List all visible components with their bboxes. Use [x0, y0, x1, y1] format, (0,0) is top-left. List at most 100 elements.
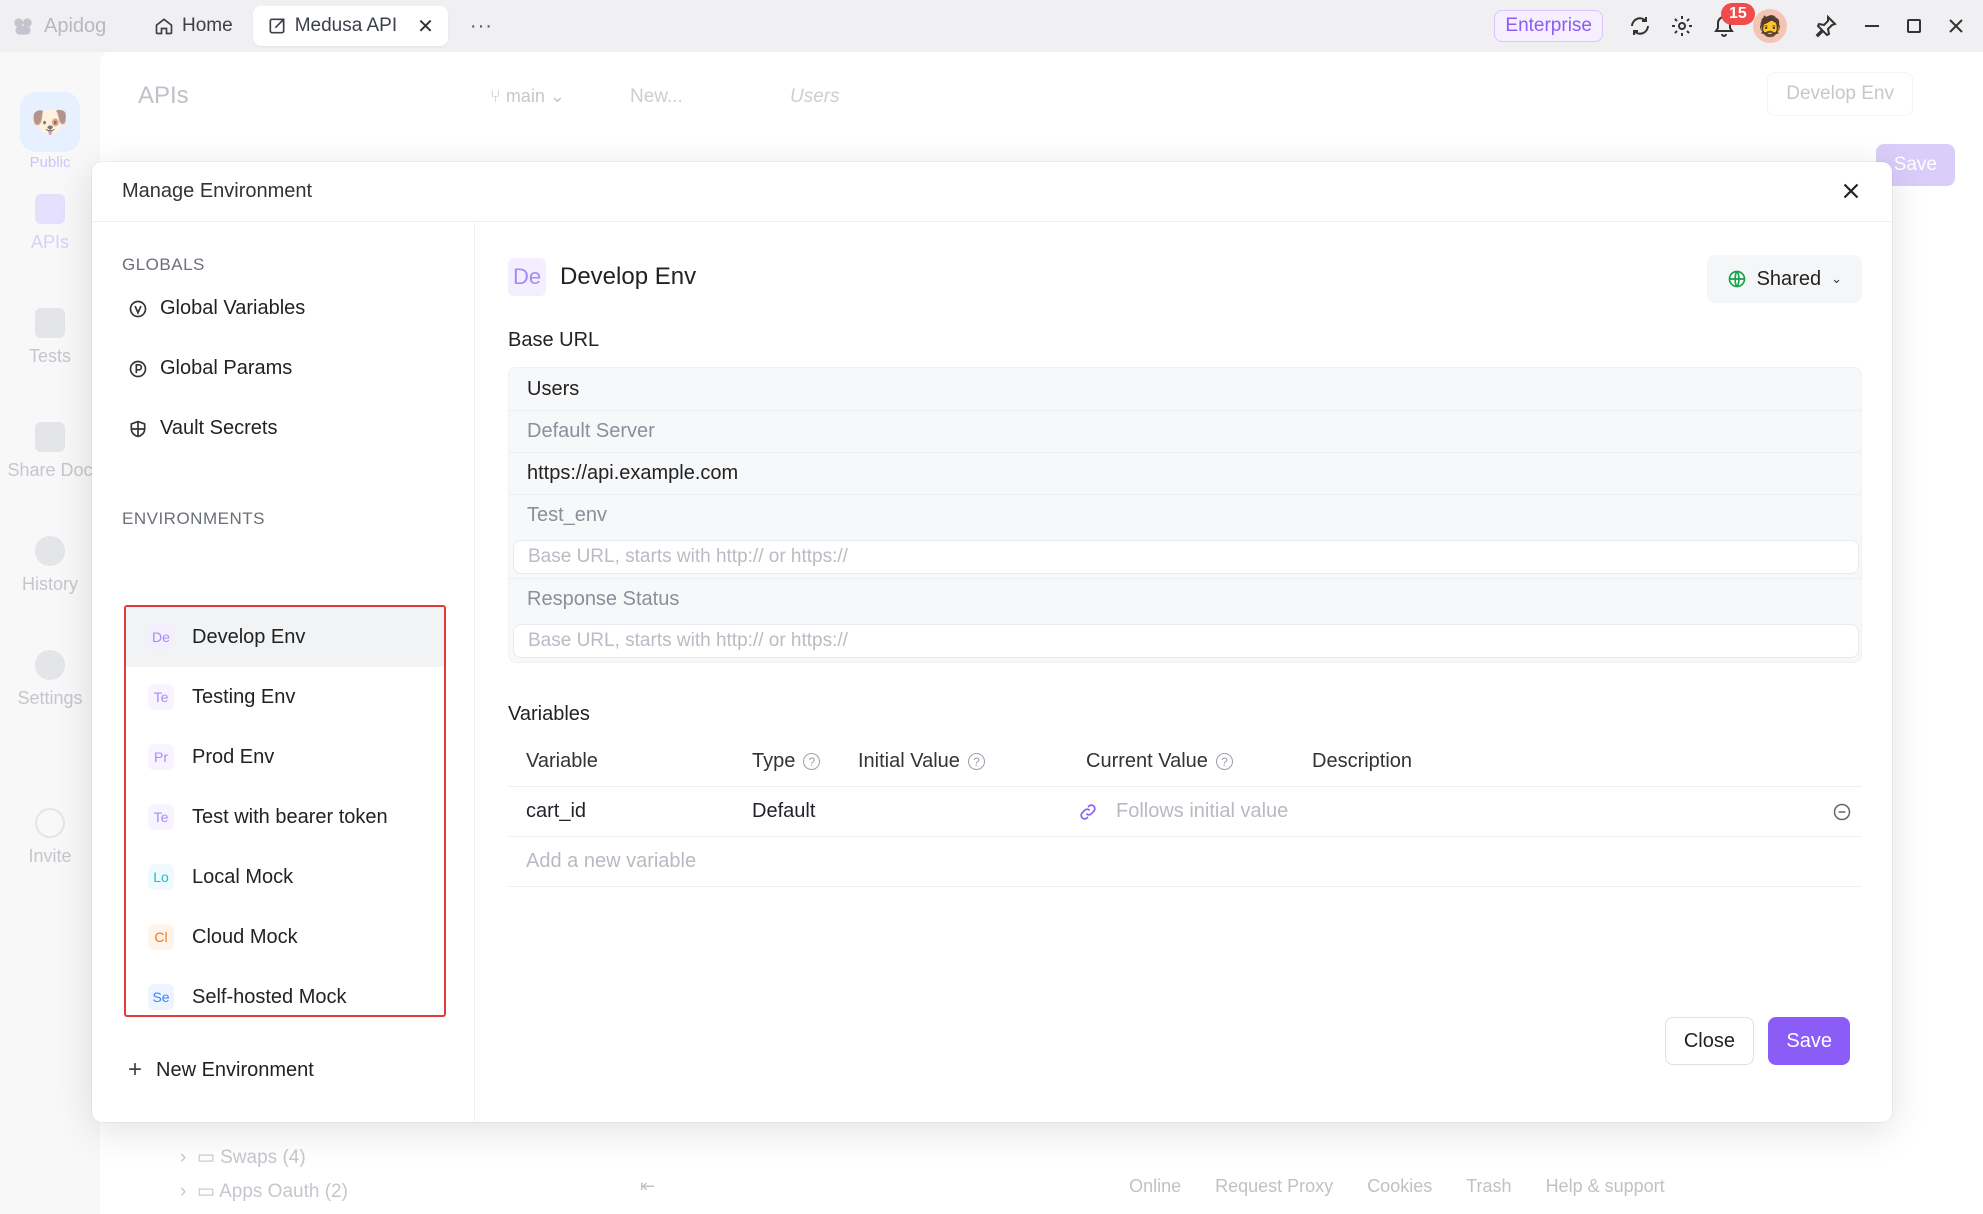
variable-type-cell[interactable]: Default	[752, 800, 815, 823]
chevron-down-icon: ⌄	[1831, 271, 1842, 286]
base-url-input[interactable]: Base URL, starts with http:// or https:/…	[513, 624, 1859, 658]
column-label: Variable	[526, 750, 598, 772]
sidebar-item-label: Global Params	[160, 357, 293, 379]
variable-current-value-cell[interactable]: Follows initial value	[1078, 800, 1288, 823]
minimize-icon[interactable]	[1851, 5, 1893, 47]
plan-badge[interactable]: Enterprise	[1494, 10, 1603, 42]
column-label: Description	[1312, 750, 1413, 772]
apidog-logo-icon	[14, 18, 32, 35]
remove-circle-icon[interactable]	[1832, 802, 1852, 822]
environment-item-testing-env[interactable]: Te Testing Env	[126, 667, 444, 727]
brand: Apidog	[0, 13, 140, 39]
environment-label: Develop Env	[192, 625, 306, 648]
close-tab-icon[interactable]: ✕	[417, 14, 434, 39]
column-header-description: Description	[1312, 750, 1412, 773]
gear-icon[interactable]	[1661, 5, 1703, 47]
base-url-service-name: Test_env	[509, 494, 1861, 536]
environment-list: De Develop Env Te Testing Env Pr Prod En…	[124, 605, 446, 1017]
manage-environment-dialog: Manage Environment GLOBALS Global Variab…	[92, 162, 1892, 1122]
environment-badge: Te	[148, 684, 174, 710]
new-environment-label: New Environment	[156, 1058, 314, 1081]
sync-icon[interactable]	[1619, 5, 1661, 47]
globals-heading: GLOBALS	[122, 255, 205, 274]
environment-badge: De	[508, 258, 546, 296]
environment-label: Prod Env	[192, 745, 275, 768]
base-url-service-name: Response Status	[509, 578, 1861, 620]
help-icon[interactable]: ?	[967, 753, 985, 770]
environment-item-cloud-mock[interactable]: Cl Cloud Mock	[126, 907, 444, 967]
external-link-icon	[269, 18, 285, 34]
tab-medusa-api-label: Medusa API	[294, 15, 398, 36]
environment-badge: Cl	[148, 924, 174, 950]
environment-badge: Lo	[148, 864, 174, 890]
notification-count-badge: 15	[1721, 3, 1755, 25]
pin-icon[interactable]	[1805, 5, 1847, 47]
home-icon	[155, 18, 173, 35]
environment-label: Local Mock	[192, 865, 294, 888]
tab-home-label: Home	[182, 15, 233, 36]
share-scope-label: Shared	[1756, 267, 1822, 290]
maximize-icon[interactable]	[1893, 5, 1935, 47]
close-icon[interactable]	[1838, 178, 1864, 204]
environment-badge: Te	[148, 804, 174, 830]
variable-icon	[129, 300, 147, 317]
environment-label: Testing Env	[192, 685, 296, 708]
tab-home[interactable]: Home	[140, 6, 247, 46]
environment-item-local-mock[interactable]: Lo Local Mock	[126, 847, 444, 907]
sidebar-item-label: Global Variables	[160, 297, 306, 319]
variable-name-cell[interactable]: cart_id	[526, 800, 586, 823]
environment-label: Cloud Mock	[192, 925, 298, 948]
add-variable-input[interactable]: Add a new variable	[526, 850, 696, 873]
tab-medusa-api[interactable]: Medusa API ✕	[252, 6, 448, 46]
table-header: Variable Type? Initial Value? Current Va…	[508, 737, 1862, 787]
environment-label: Self-hosted Mock	[192, 985, 347, 1008]
plus-icon: +	[128, 1056, 143, 1083]
sidebar-item-global-variables[interactable]: Global Variables	[128, 297, 305, 320]
base-url-group: Users	[527, 377, 580, 400]
sidebar-item-label: Vault Secrets	[160, 417, 278, 439]
environment-name[interactable]: Develop Env	[560, 263, 696, 291]
environment-badge: Se	[148, 984, 174, 1010]
base-url-service-name: Default Server	[509, 410, 1861, 452]
sidebar-item-vault-secrets[interactable]: Vault Secrets	[128, 417, 277, 440]
column-label: Type	[752, 750, 796, 772]
environment-badge: Pr	[148, 744, 174, 770]
environment-sidebar: GLOBALS Global Variables Global Params V…	[92, 223, 475, 1122]
brand-name: Apidog	[44, 14, 107, 37]
help-icon[interactable]: ?	[803, 753, 821, 770]
sidebar-item-global-params[interactable]: Global Params	[128, 357, 292, 380]
current-value-placeholder: Follows initial value	[1116, 800, 1289, 822]
base-url-value[interactable]: https://api.example.com	[509, 452, 1861, 494]
environment-item-prod-env[interactable]: Pr Prod Env	[126, 727, 444, 787]
dialog-title: Manage Environment	[122, 180, 313, 202]
add-variable-row[interactable]: Add a new variable	[508, 837, 1862, 887]
column-header-variable: Variable	[526, 750, 598, 773]
column-header-current-value: Current Value?	[1086, 750, 1233, 773]
environments-heading: ENVIRONMENTS	[122, 509, 265, 528]
column-label: Current Value	[1086, 750, 1208, 772]
save-button[interactable]: Save	[1768, 1017, 1850, 1065]
more-tabs-icon[interactable]: ···	[470, 15, 493, 38]
column-label: Initial Value	[858, 750, 960, 772]
close-window-icon[interactable]	[1935, 5, 1977, 47]
close-button[interactable]: Close	[1664, 1017, 1754, 1065]
environment-label: Test with bearer token	[192, 805, 388, 828]
base-url-input[interactable]: Base URL, starts with http:// or https:/…	[513, 540, 1859, 574]
avatar[interactable]: 🧔	[1753, 9, 1787, 43]
link-icon[interactable]	[1078, 802, 1098, 822]
environment-item-test-with-bearer-token[interactable]: Te Test with bearer token	[126, 787, 444, 847]
base-url-panel: Users Default Server https://api.example…	[508, 367, 1862, 663]
variables-table: Variable Type? Initial Value? Current Va…	[508, 737, 1862, 887]
base-url-heading: Base URL	[508, 329, 600, 351]
new-environment-button[interactable]: + New Environment	[128, 1056, 314, 1084]
dialog-header: Manage Environment	[92, 162, 1892, 222]
titlebar-actions: Enterprise 15 🧔	[1494, 0, 1983, 52]
help-icon[interactable]: ?	[1215, 753, 1233, 770]
bell-icon[interactable]: 15	[1703, 3, 1755, 47]
column-header-type: Type?	[752, 750, 821, 773]
share-scope-dropdown[interactable]: Shared ⌄	[1706, 255, 1862, 303]
environment-item-self-hosted-mock[interactable]: Se Self-hosted Mock	[126, 967, 444, 1015]
column-header-initial-value: Initial Value?	[858, 750, 985, 773]
environment-item-develop-env[interactable]: De Develop Env	[126, 607, 444, 667]
environment-header: De Develop Env	[508, 258, 696, 296]
